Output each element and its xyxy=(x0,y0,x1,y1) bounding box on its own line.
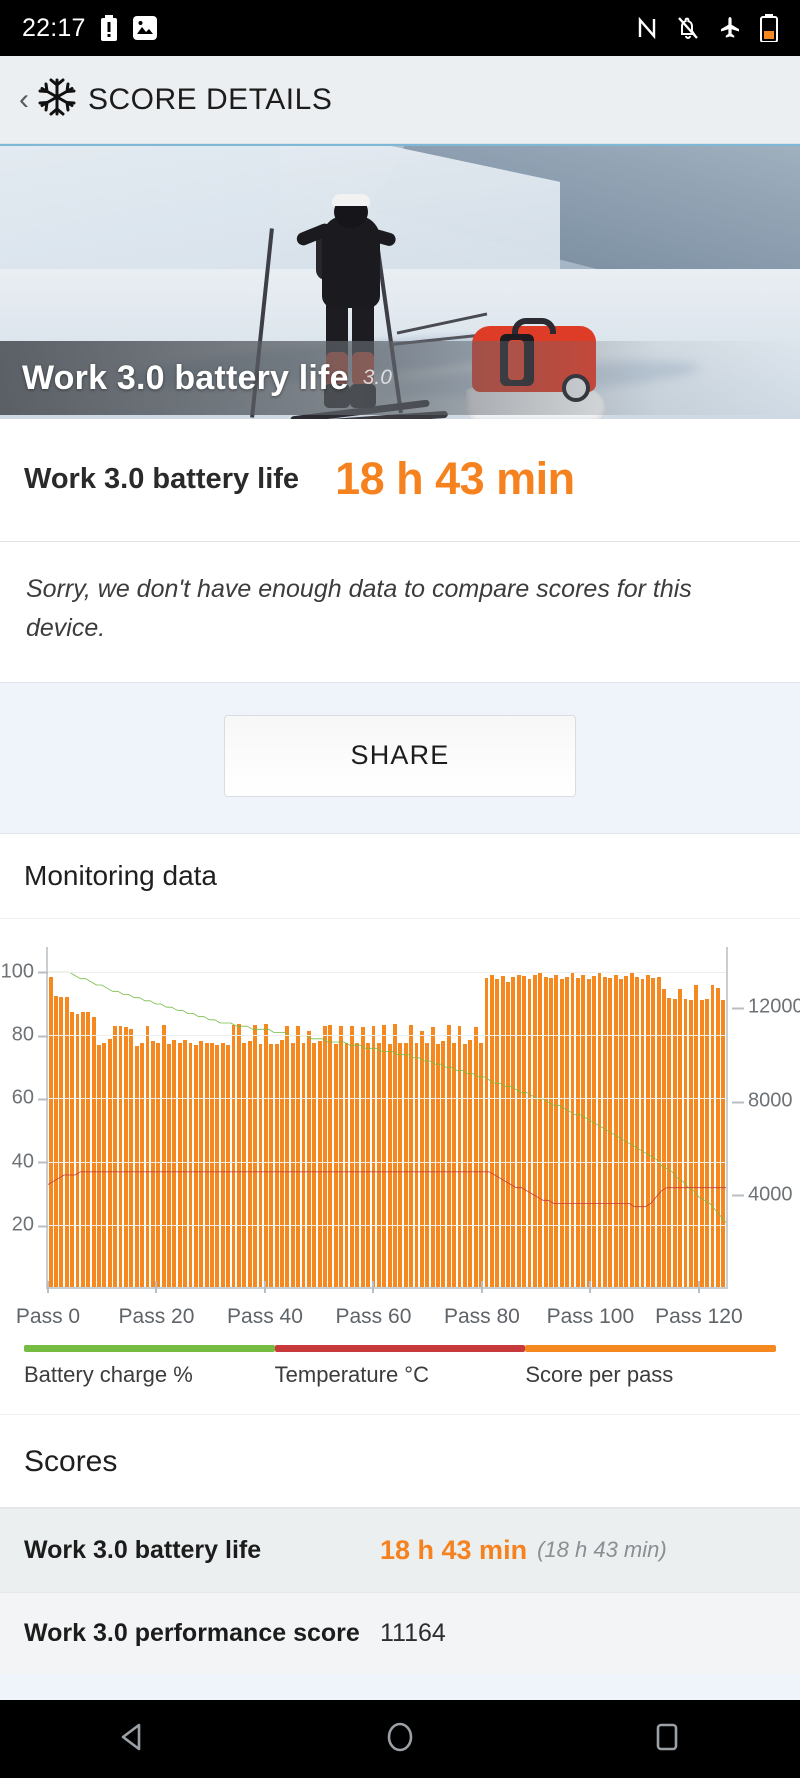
airplane-mode-icon xyxy=(718,15,742,41)
back-button[interactable]: ‹ xyxy=(14,83,34,117)
chart-x-tick xyxy=(47,1280,49,1293)
hero-caption: Work 3.0 battery life 3.0 xyxy=(0,341,800,415)
chart-y-tick-right: 8000 xyxy=(726,1090,793,1113)
battery-icon xyxy=(760,14,778,43)
battery-alert-icon xyxy=(100,15,118,41)
legend-item-battery: Battery charge % xyxy=(24,1344,275,1388)
chart-x-tick xyxy=(697,1280,700,1293)
legend-swatch-battery xyxy=(24,1344,275,1352)
chart-line-temperature-c xyxy=(48,1171,726,1206)
legend-swatch-score xyxy=(525,1344,777,1352)
status-bar-clock: 22:17 xyxy=(22,13,86,42)
scores-section-title: Scores xyxy=(0,1413,800,1507)
monitoring-chart: 20 40 60 80 100 4000 8000 12000 Pass 0 Pass 20 Pas… xyxy=(0,933,800,1333)
recents-square-icon[interactable] xyxy=(649,1719,685,1760)
hero-caption-title: Work 3.0 battery life xyxy=(22,358,349,397)
chart-gridline xyxy=(48,1225,726,1227)
chart-y-tick-left: 80 xyxy=(12,1024,49,1047)
chart-y-tick-right: 12000 xyxy=(726,996,800,1019)
status-bar-left: 22:17 xyxy=(22,14,158,43)
chart-gridline xyxy=(48,1161,726,1163)
hero-image: Work 3.0 battery life 3.0 xyxy=(0,144,800,419)
chart-x-label: Pass 100 xyxy=(546,1304,635,1328)
notifications-off-icon xyxy=(676,15,700,41)
chart-gridline xyxy=(48,1098,726,1100)
back-triangle-icon[interactable] xyxy=(115,1719,151,1760)
score-row-label: Work 3.0 performance score xyxy=(24,1618,360,1647)
image-icon xyxy=(132,15,158,41)
chart-gridline xyxy=(48,971,726,973)
chart-x-tick xyxy=(263,1280,266,1293)
snowflake-icon xyxy=(36,76,78,123)
score-row-subvalue: (18 h 43 min) xyxy=(537,1537,667,1562)
chart-x-tick xyxy=(155,1280,158,1293)
nfc-icon xyxy=(636,15,658,41)
table-row[interactable]: Work 3.0 battery life 18 h 43 min (18 h … xyxy=(0,1507,800,1592)
phone-screen: 22:17 ‹ SCORE DETAILS Work 3.0 battery l… xyxy=(0,0,800,1778)
sled-handle xyxy=(512,318,556,334)
chart-x-tick xyxy=(480,1280,483,1293)
chart-lines xyxy=(48,947,726,1289)
chart-x-label: Pass 80 xyxy=(443,1304,520,1328)
chart-gridline xyxy=(48,1035,726,1037)
comparison-notice-text: Sorry, we don't have enough data to comp… xyxy=(26,575,692,642)
chart-x-label: Pass 120 xyxy=(655,1304,743,1328)
chart-y-tick-right: 4000 xyxy=(726,1183,793,1206)
score-summary-label: Work 3.0 battery life xyxy=(24,462,300,495)
score-row-value: 11164 xyxy=(380,1618,446,1647)
home-circle-icon[interactable] xyxy=(382,1719,418,1760)
table-row[interactable]: Work 3.0 performance score 11164 xyxy=(0,1591,800,1674)
comparison-notice: Sorry, we don't have enough data to comp… xyxy=(0,542,800,683)
status-bar-right xyxy=(636,14,778,43)
score-summary-value: 18 h 43 min xyxy=(335,453,575,504)
chart-x-tick xyxy=(372,1280,375,1293)
chart-y-tick-left: 40 xyxy=(12,1150,49,1173)
share-section: SHARE xyxy=(0,682,800,833)
chart-plot-area: 20 40 60 80 100 4000 8000 12000 Pass 0 Pass 20 Pas… xyxy=(1,946,800,1328)
score-row-label: Work 3.0 battery life xyxy=(24,1535,262,1564)
chart-legend: Battery charge % Temperature °C Score pe… xyxy=(0,1333,800,1414)
system-navigation-bar xyxy=(0,1700,800,1778)
legend-item-score: Score per pass xyxy=(525,1344,777,1388)
chart-line-battery-charge- xyxy=(48,972,726,1222)
chart-x-axis xyxy=(48,1286,726,1289)
chart-x-label: Pass 20 xyxy=(118,1304,195,1328)
app-bar: ‹ SCORE DETAILS xyxy=(0,56,800,144)
chart-y-tick-left: 100 xyxy=(1,960,49,983)
chart-x-label: Pass 40 xyxy=(227,1304,303,1328)
score-row-value: 18 h 43 min xyxy=(380,1534,528,1565)
legend-item-temperature: Temperature °C xyxy=(274,1344,526,1388)
legend-label-temperature: Temperature °C xyxy=(274,1361,429,1387)
hero-caption-version: 3.0 xyxy=(362,366,392,389)
legend-swatch-temperature xyxy=(274,1344,526,1352)
legend-label-score: Score per pass xyxy=(525,1361,674,1387)
chart-x-label: Pass 0 xyxy=(15,1304,81,1328)
chart-y-tick-left: 60 xyxy=(12,1087,49,1110)
chart-y-tick-left: 20 xyxy=(12,1214,49,1237)
chart-x-tick xyxy=(589,1280,592,1293)
page-title: SCORE DETAILS xyxy=(88,82,333,116)
share-button[interactable]: SHARE xyxy=(224,714,576,797)
chart-x-label: Pass 60 xyxy=(335,1304,412,1328)
skier-hat xyxy=(332,194,370,206)
monitoring-title: Monitoring data xyxy=(0,834,800,919)
status-bar: 22:17 xyxy=(0,0,800,56)
legend-label-battery: Battery charge % xyxy=(24,1361,193,1387)
score-summary: Work 3.0 battery life 18 h 43 min xyxy=(0,419,800,542)
monitoring-card: Monitoring data 20 40 60 80 100 4000 8000 12000… xyxy=(0,832,800,1508)
